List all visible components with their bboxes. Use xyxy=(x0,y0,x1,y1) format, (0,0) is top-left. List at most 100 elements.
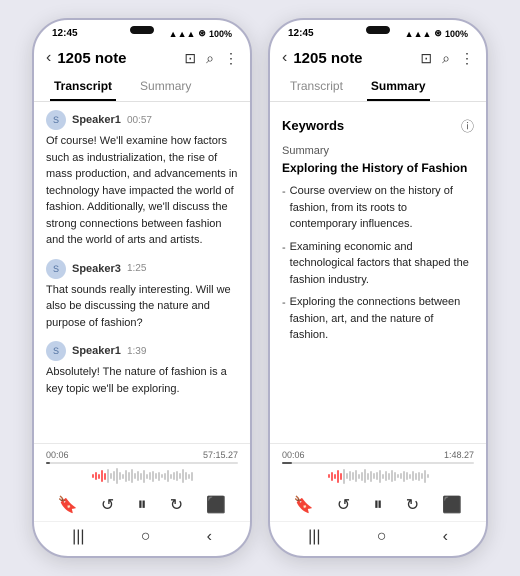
page-title: 1205 note xyxy=(57,50,178,67)
summary-item-3-text: Exploring the connections between fashio… xyxy=(290,294,474,344)
phone-transcript: 12:45 ▲▲▲ ⊛ 100% ‹ 1205 note ⊡ ⌕ ⋮ Trans… xyxy=(32,18,252,558)
player-bar: 00:06 57:15.27 xyxy=(34,443,250,521)
keywords-header: Keywords ⓘ xyxy=(282,110,474,139)
transcript-content: S Speaker1 00:57 Of course! We'll examin… xyxy=(34,102,250,443)
app-header: ‹ 1205 note ⊡ ⌕ ⋮ xyxy=(34,43,250,73)
pause-button[interactable]: ⏸ xyxy=(137,494,146,515)
bookmark-button-2[interactable]: 🔖 xyxy=(294,495,314,515)
status-icons-2: ▲▲▲ ⊛ 100% xyxy=(405,28,468,39)
back-button-2[interactable]: ‹ xyxy=(282,49,287,67)
copy-icon[interactable]: ⊡ xyxy=(184,50,196,67)
bullet-1: - xyxy=(282,184,286,233)
speaker-row-3: S Speaker3 1:25 xyxy=(46,259,238,279)
speaker-row-1: S Speaker1 00:57 xyxy=(46,110,238,130)
summary-block: Summary Exploring the History of Fashion… xyxy=(282,145,474,344)
nav-back[interactable]: ‹ xyxy=(207,528,212,546)
message-3-text: Absolutely! The nature of fashion is a k… xyxy=(46,364,238,397)
search-icon-2[interactable]: ⌕ xyxy=(442,50,450,67)
page-title-2: 1205 note xyxy=(293,50,414,67)
pause-button-2[interactable]: ⏸ xyxy=(373,494,382,515)
more-icon[interactable]: ⋮ xyxy=(224,50,238,67)
more-icon-2[interactable]: ⋮ xyxy=(460,50,474,67)
summary-item-3: - Exploring the connections between fash… xyxy=(282,294,474,344)
bookmark-button[interactable]: 🔖 xyxy=(58,495,78,515)
time-row-2: 00:06 1:48.27 xyxy=(282,450,474,460)
nav-home[interactable]: ○ xyxy=(141,528,151,546)
forward-button[interactable]: ↻ xyxy=(170,495,183,515)
clip-button[interactable]: ⬛ xyxy=(206,495,226,515)
player-bar-2: 00:06 1:48.27 xyxy=(270,443,486,521)
progress-track[interactable] xyxy=(46,462,238,464)
phone-summary: 12:45 ▲▲▲ ⊛ 100% ‹ 1205 note ⊡ ⌕ ⋮ Trans… xyxy=(268,18,488,558)
speaker3-name: Speaker3 xyxy=(72,263,121,275)
player-controls-2: 🔖 ↺ ⏸ ↻ ⬛ xyxy=(282,492,474,517)
info-icon[interactable]: ⓘ xyxy=(461,116,474,135)
message-2-text: That sounds really interesting. Will we … xyxy=(46,282,238,332)
message-1: S Speaker1 00:57 Of course! We'll examin… xyxy=(46,110,238,249)
clip-button-2[interactable]: ⬛ xyxy=(442,495,462,515)
summary-item-1: - Course overview on the history of fash… xyxy=(282,183,474,233)
bottom-nav-2: ||| ○ ‹ xyxy=(270,521,486,556)
speaker1b-time: 1:39 xyxy=(127,346,146,357)
status-icons: ▲▲▲ ⊛ 100% xyxy=(169,28,232,39)
status-time-2: 12:45 xyxy=(288,28,314,39)
avatar-speaker3: S xyxy=(46,259,66,279)
copy-icon-2[interactable]: ⊡ xyxy=(420,50,432,67)
time-row: 00:06 57:15.27 xyxy=(46,450,238,460)
rewind-button[interactable]: ↺ xyxy=(101,495,114,515)
current-time-2: 00:06 xyxy=(282,450,305,460)
speaker-row-1b: S Speaker1 1:39 xyxy=(46,341,238,361)
tab-transcript[interactable]: Transcript xyxy=(50,73,116,101)
wifi-icon: ⊛ xyxy=(198,28,206,39)
summary-item-1-text: Course overview on the history of fashio… xyxy=(290,183,474,233)
bullet-3: - xyxy=(282,295,286,344)
summary-main-title: Exploring the History of Fashion xyxy=(282,161,474,175)
nav-menu[interactable]: ||| xyxy=(72,528,84,546)
app-header-2: ‹ 1205 note ⊡ ⌕ ⋮ xyxy=(270,43,486,73)
notch xyxy=(130,26,154,34)
status-time: 12:45 xyxy=(52,28,78,39)
nav-menu-2[interactable]: ||| xyxy=(308,528,320,546)
summary-item-2: - Examining economic and technological f… xyxy=(282,239,474,289)
signal-icon-2: ▲▲▲ xyxy=(405,29,432,39)
forward-button-2[interactable]: ↻ xyxy=(406,495,419,515)
total-time-2: 1:48.27 xyxy=(444,450,474,460)
bullet-2: - xyxy=(282,240,286,289)
rewind-button-2[interactable]: ↺ xyxy=(337,495,350,515)
nav-back-2[interactable]: ‹ xyxy=(443,528,448,546)
header-actions-2: ⊡ ⌕ ⋮ xyxy=(420,50,474,67)
battery-icon-2: 100% xyxy=(445,29,468,39)
wifi-icon-2: ⊛ xyxy=(434,28,442,39)
battery-icon: 100% xyxy=(209,29,232,39)
keywords-title: Keywords xyxy=(282,118,344,133)
signal-icon: ▲▲▲ xyxy=(169,29,196,39)
waveform-2 xyxy=(282,466,474,486)
tab-bar-2: Transcript Summary xyxy=(270,73,486,102)
nav-home-2[interactable]: ○ xyxy=(377,528,387,546)
progress-fill xyxy=(46,462,50,464)
current-time: 00:06 xyxy=(46,450,69,460)
summary-label: Summary xyxy=(282,145,474,157)
message-1-text: Of course! We'll examine how factors suc… xyxy=(46,133,238,249)
progress-fill-2 xyxy=(282,462,292,464)
speaker1b-name: Speaker1 xyxy=(72,345,121,357)
notch-2 xyxy=(366,26,390,34)
bottom-nav: ||| ○ ‹ xyxy=(34,521,250,556)
tab-transcript-2[interactable]: Transcript xyxy=(286,73,347,101)
speaker3-time: 1:25 xyxy=(127,263,146,274)
message-3: S Speaker1 1:39 Absolutely! The nature o… xyxy=(46,341,238,397)
total-time: 57:15.27 xyxy=(203,450,238,460)
speaker1-time: 00:57 xyxy=(127,115,152,126)
header-actions: ⊡ ⌕ ⋮ xyxy=(184,50,238,67)
avatar-speaker1: S xyxy=(46,110,66,130)
back-button[interactable]: ‹ xyxy=(46,49,51,67)
tab-summary-2[interactable]: Summary xyxy=(367,73,430,101)
summary-content: Keywords ⓘ Summary Exploring the History… xyxy=(270,102,486,443)
tab-summary[interactable]: Summary xyxy=(136,73,195,101)
waveform xyxy=(46,466,238,486)
message-2: S Speaker3 1:25 That sounds really inter… xyxy=(46,259,238,332)
progress-track-2[interactable] xyxy=(282,462,474,464)
search-icon[interactable]: ⌕ xyxy=(206,50,214,67)
avatar-speaker1b: S xyxy=(46,341,66,361)
player-controls: 🔖 ↺ ⏸ ↻ ⬛ xyxy=(46,492,238,517)
